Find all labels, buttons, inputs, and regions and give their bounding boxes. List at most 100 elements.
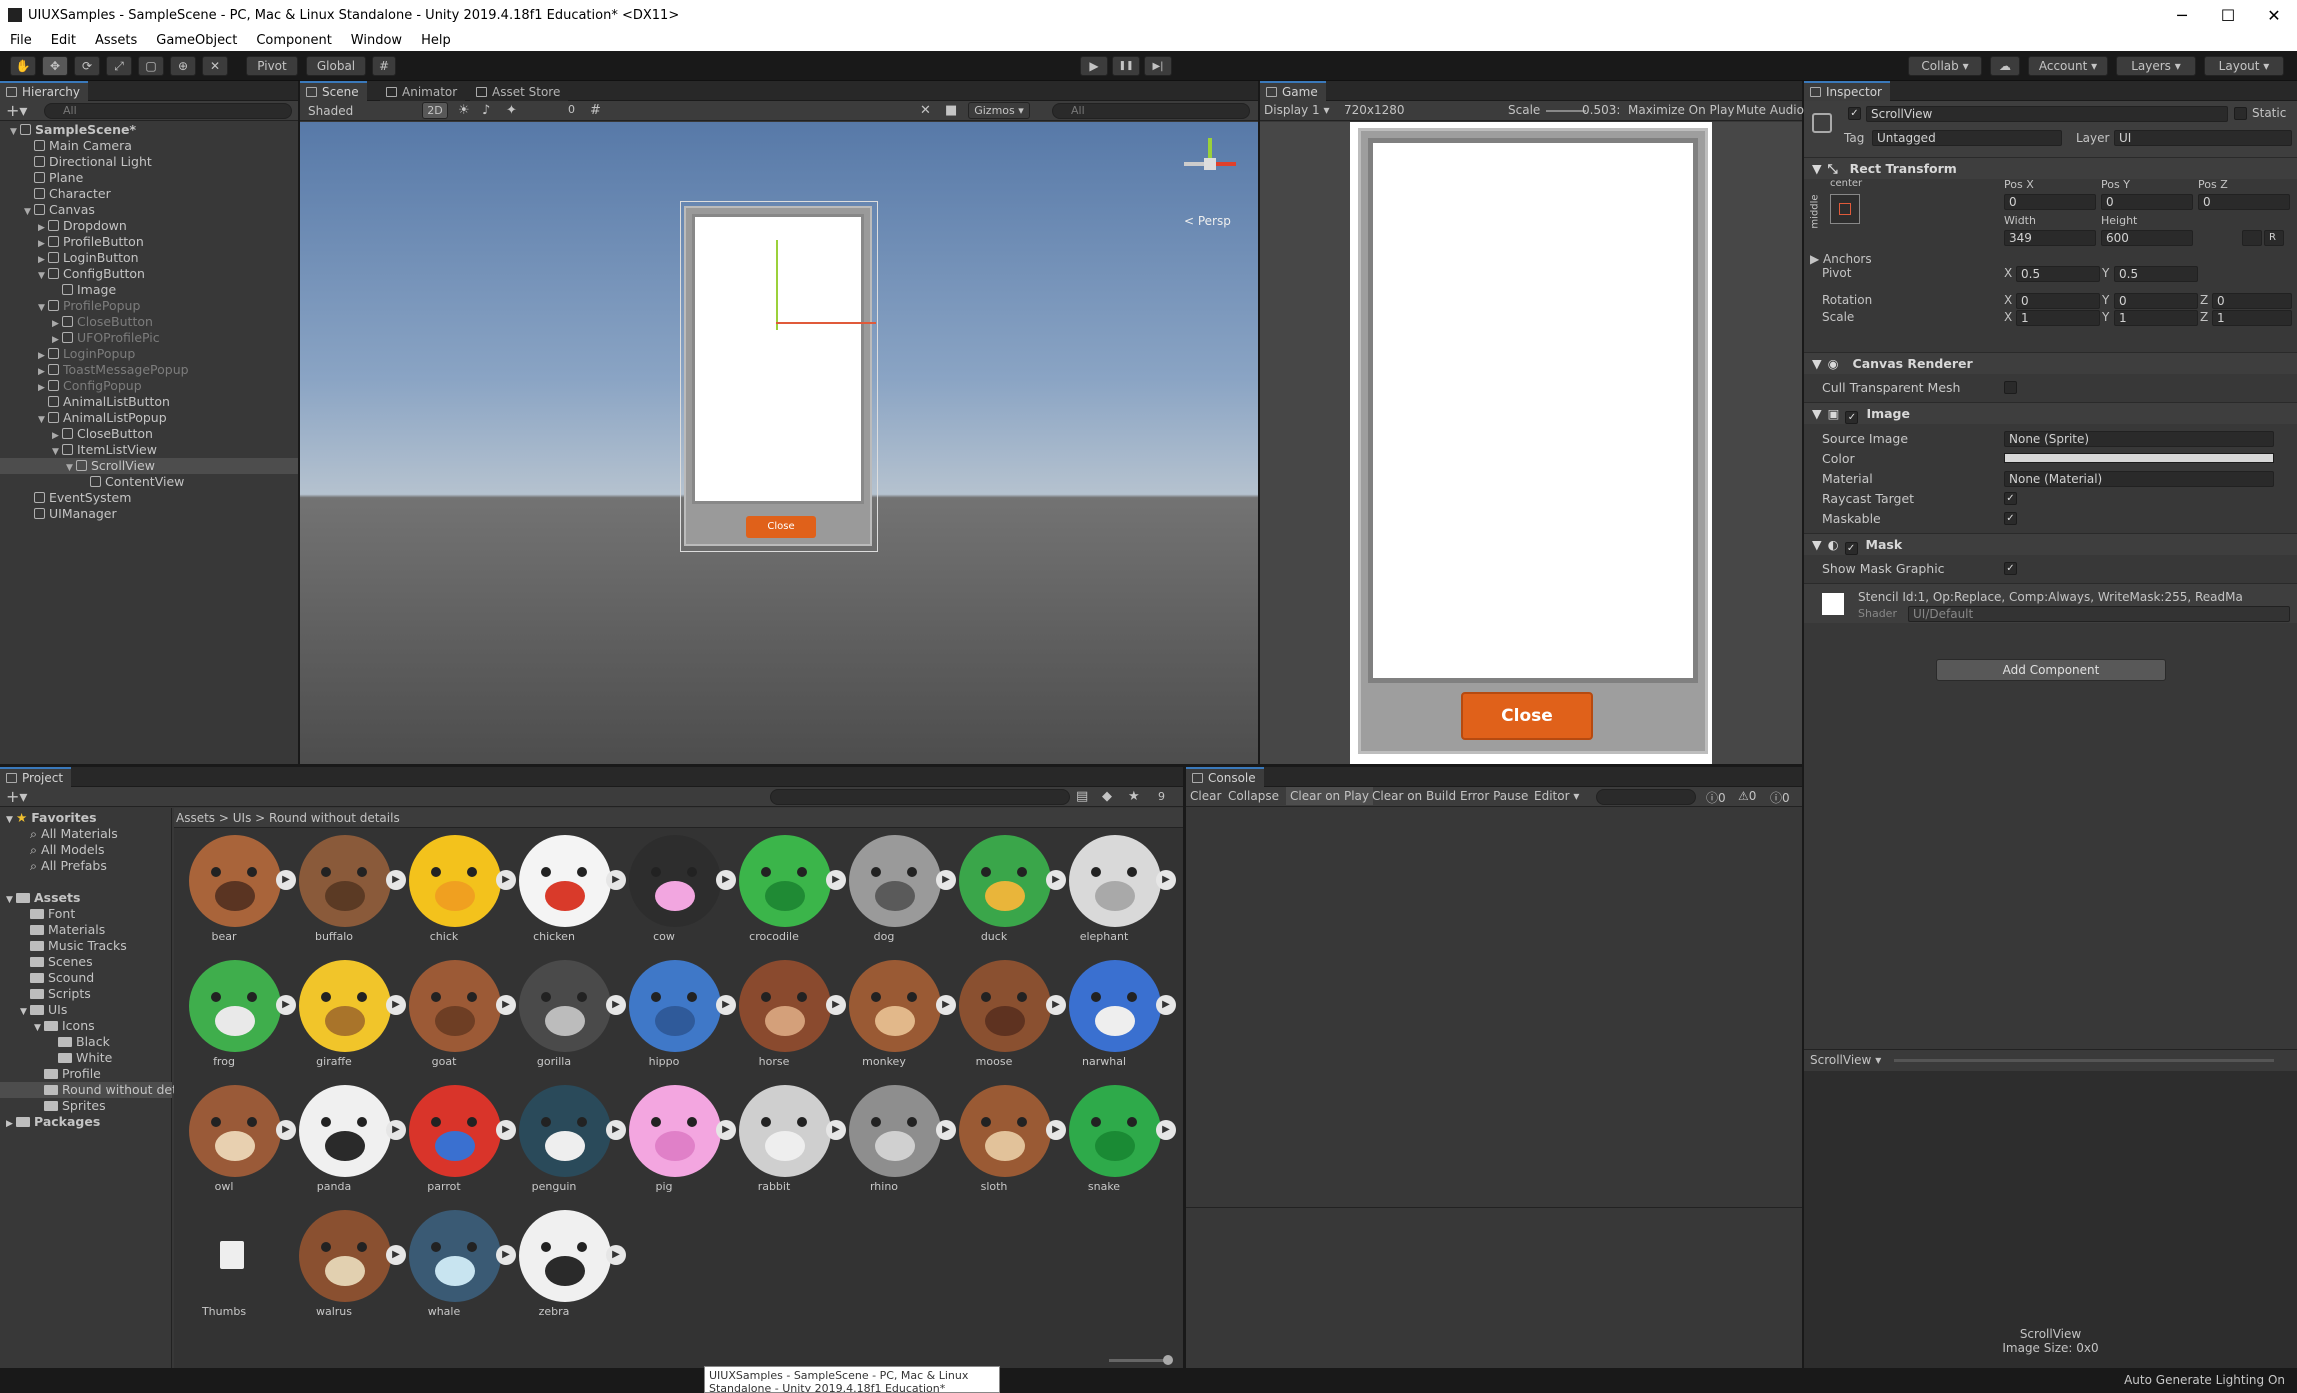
mute-audio-toggle[interactable]: Mute Audio: [1736, 103, 1804, 117]
hierarchy-item[interactable]: ▼ Canvas: [0, 202, 298, 218]
slider-handle[interactable]: [1163, 1355, 1173, 1365]
hierarchy-item[interactable]: ▶ Dropdown: [0, 218, 298, 234]
hierarchy-item[interactable]: ▼ ItemListView: [0, 442, 298, 458]
asset-item[interactable]: ▶ horse: [724, 955, 846, 1068]
shader-dropdown[interactable]: UI/Default: [1908, 606, 2290, 622]
filter-label-icon[interactable]: ◆: [1102, 789, 1112, 804]
gizmos-dropdown[interactable]: Gizmos ▾: [968, 102, 1030, 119]
project-folder-item[interactable]: Round without deta: [0, 1082, 185, 1098]
cull-transparent-checkbox[interactable]: [2004, 381, 2017, 394]
breadcrumb-uis[interactable]: UIs: [233, 811, 252, 825]
asset-item[interactable]: ▶ monkey: [834, 955, 956, 1068]
hierarchy-search-input[interactable]: All: [44, 103, 292, 119]
hierarchy-item[interactable]: ▼ AnimalListPopup: [0, 410, 298, 426]
audio-toggle-icon[interactable]: ♪: [482, 103, 490, 118]
material-field[interactable]: None (Material): [2004, 471, 2274, 487]
tab-scene[interactable]: Scene: [300, 81, 367, 102]
hierarchy-item[interactable]: UIManager: [0, 506, 298, 522]
asset-item[interactable]: ▶ duck: [944, 830, 1066, 943]
layer-dropdown[interactable]: UI: [2114, 130, 2292, 146]
gizmo-z-arrow[interactable]: [1184, 162, 1204, 166]
collab-dropdown[interactable]: Collab ▾: [1908, 56, 1982, 76]
height-field[interactable]: 600: [2101, 230, 2193, 246]
hierarchy-item[interactable]: Plane: [0, 170, 298, 186]
move-gizmo-x-axis[interactable]: [776, 322, 876, 324]
anchor-preset-button[interactable]: [1830, 194, 1860, 224]
asset-item[interactable]: ▶ rabbit: [724, 1080, 846, 1193]
add-component-button[interactable]: Add Component: [1936, 659, 2166, 681]
account-dropdown[interactable]: Account ▾: [2028, 56, 2108, 76]
project-folder-item[interactable]: Music Tracks: [0, 938, 172, 954]
hierarchy-item[interactable]: Directional Light: [0, 154, 298, 170]
project-folder-item[interactable]: ▼ Icons: [0, 1018, 172, 1034]
maximize-on-play-toggle[interactable]: Maximize On Play: [1628, 103, 1735, 117]
breadcrumb-assets[interactable]: Assets: [176, 811, 215, 825]
favorite-icon[interactable]: ★: [1128, 789, 1140, 804]
image-header[interactable]: ▼ ▣ ✓ Image: [1804, 402, 2297, 424]
persp-label[interactable]: < Persp: [1184, 214, 1231, 228]
asset-item[interactable]: ▶ bear: [174, 830, 296, 943]
rect-tool-button[interactable]: ▢: [138, 56, 164, 76]
tab-animator[interactable]: Animator: [380, 81, 466, 102]
project-folder-item[interactable]: ⌕ All Models: [0, 842, 172, 858]
rotation-x-field[interactable]: 0: [2016, 293, 2100, 309]
menu-component[interactable]: Component: [256, 33, 331, 48]
asset-item[interactable]: ▶ buffalo: [284, 830, 406, 943]
asset-item[interactable]: ▶ hippo: [614, 955, 736, 1068]
tab-console[interactable]: Console: [1186, 767, 1264, 788]
asset-item[interactable]: ▶ parrot: [394, 1080, 516, 1193]
transform-tool-button[interactable]: ⊕: [170, 56, 196, 76]
rect-transform-header[interactable]: ▼ ⤡ Rect Transform: [1804, 157, 2297, 179]
camera-icon[interactable]: ■: [945, 103, 957, 118]
project-folder-item[interactable]: Font: [0, 906, 172, 922]
minimize-button[interactable]: ─: [2160, 0, 2204, 30]
width-field[interactable]: 349: [2004, 230, 2096, 246]
asset-item[interactable]: Thumbs: [174, 1205, 274, 1318]
global-toggle[interactable]: Global: [306, 56, 366, 76]
tag-dropdown[interactable]: Untagged: [1872, 130, 2062, 146]
gizmo-y-arrow[interactable]: [1208, 138, 1212, 158]
preview-slider[interactable]: [1894, 1059, 2274, 1062]
posz-field[interactable]: 0: [2198, 194, 2290, 210]
create-plus-button[interactable]: +▾: [6, 101, 27, 120]
project-folder-item[interactable]: Scripts: [0, 986, 172, 1002]
raycast-target-checkbox[interactable]: ✓: [2004, 492, 2017, 505]
asset-item[interactable]: ▶ zebra: [504, 1205, 626, 1318]
breadcrumb-current[interactable]: Round without details: [269, 811, 400, 825]
folder-arrow-icon[interactable]: ▶: [6, 1116, 16, 1132]
hierarchy-item[interactable]: Main Camera: [0, 138, 298, 154]
preview-dropdown[interactable]: ScrollView ▾: [1810, 1053, 1881, 1067]
image-enabled-checkbox[interactable]: ✓: [1845, 411, 1859, 424]
hierarchy-item[interactable]: ▼ SampleScene*: [0, 122, 298, 138]
asset-item[interactable]: ▶ panda: [284, 1080, 406, 1193]
raw-edit-button[interactable]: R: [2264, 230, 2284, 246]
play-button[interactable]: ▶: [1080, 56, 1108, 76]
gizmo-x-arrow[interactable]: [1216, 162, 1236, 166]
asset-item[interactable]: ▶ chick: [394, 830, 516, 943]
asset-item[interactable]: ▶ moose: [944, 955, 1066, 1068]
project-folder-item[interactable]: ⌕ All Prefabs: [0, 858, 172, 874]
rotate-tool-button[interactable]: ⟳: [74, 56, 100, 76]
hierarchy-item[interactable]: ▶ CloseButton: [0, 314, 298, 330]
project-folder-item[interactable]: Sprites: [0, 1098, 172, 1114]
console-collapse-button[interactable]: Collapse: [1228, 789, 1279, 803]
hierarchy-item[interactable]: Character: [0, 186, 298, 202]
menu-file[interactable]: File: [10, 33, 32, 48]
canvas-renderer-header[interactable]: ▼ ◉ Canvas Renderer: [1804, 352, 2297, 374]
hierarchy-item[interactable]: ▶ UFOProfilePic: [0, 330, 298, 346]
scale-z-field[interactable]: 1: [2212, 310, 2292, 326]
hierarchy-item[interactable]: EventSystem: [0, 490, 298, 506]
scale-y-field[interactable]: 1: [2114, 310, 2198, 326]
asset-item[interactable]: ▶ walrus: [284, 1205, 406, 1318]
hierarchy-item[interactable]: ▼ ScrollView: [0, 458, 298, 474]
scale-x-field[interactable]: 1: [2016, 310, 2100, 326]
asset-item[interactable]: ▶ crocodile: [724, 830, 846, 943]
sprite-expand-button[interactable]: ▶: [1156, 995, 1176, 1015]
game-viewport[interactable]: Close: [1260, 122, 1802, 764]
clear-on-build-toggle[interactable]: Clear on Build: [1372, 789, 1456, 803]
project-folder-item[interactable]: Black: [0, 1034, 172, 1050]
hierarchy-item[interactable]: ▶ ConfigPopup: [0, 378, 298, 394]
game-close-button[interactable]: Close: [1461, 692, 1593, 740]
console-clear-button[interactable]: Clear: [1190, 789, 1221, 803]
blueprint-button[interactable]: [2242, 230, 2262, 246]
